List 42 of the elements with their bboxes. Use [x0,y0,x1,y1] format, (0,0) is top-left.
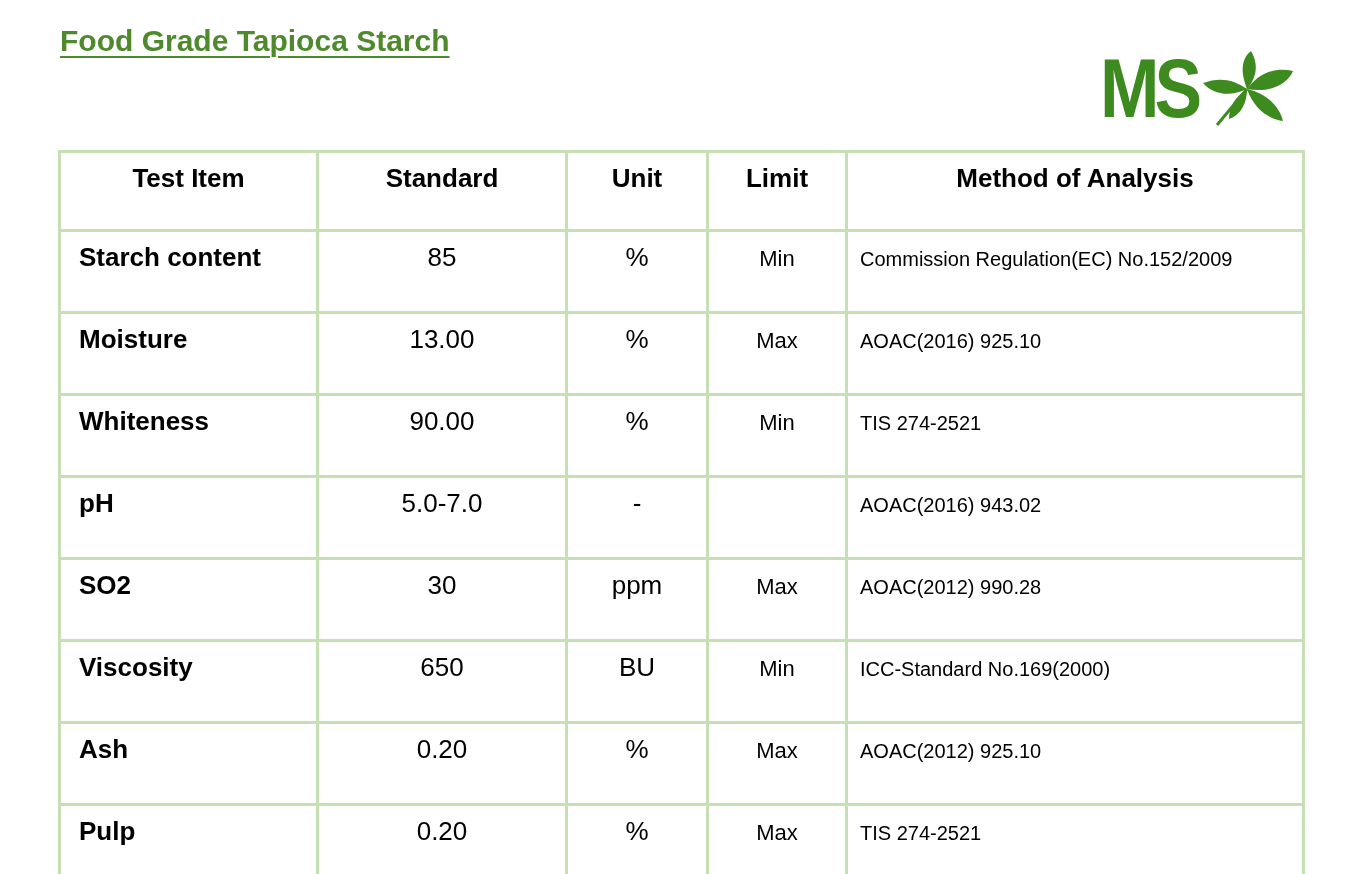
test-item-cell: Whiteness [59,394,318,477]
unit-cell: % [566,312,708,395]
method-cell: AOAC(2012) 925.10 [846,722,1304,805]
unit-cell: - [566,476,708,559]
method-cell: AOAC(2016) 943.02 [846,476,1304,559]
method-cell: AOAC(2016) 925.10 [846,312,1304,395]
method-cell: AOAC(2012) 990.28 [846,558,1304,641]
unit-cell: BU [566,640,708,723]
limit-cell: Max [707,558,847,641]
standard-cell: 13.00 [317,312,567,395]
standard-cell: 650 [317,640,567,723]
test-item-cell: Ash [59,722,318,805]
standard-cell: 90.00 [317,394,567,477]
limit-cell: Min [707,394,847,477]
column-header: Unit [566,151,708,231]
test-item-cell: SO2 [59,558,318,641]
method-cell: ICC-Standard No.169(2000) [846,640,1304,723]
column-header: Standard [317,151,567,231]
limit-cell: Max [707,312,847,395]
unit-cell: ppm [566,558,708,641]
logo-text: MS [1100,48,1197,128]
method-cell: Commission Regulation(EC) No.152/2009 [846,230,1304,313]
column-header: Test Item [59,151,318,231]
standard-cell: 30 [317,558,567,641]
page-title: Food Grade Tapioca Starch [60,24,450,58]
unit-cell: % [566,722,708,805]
method-cell: TIS 274-2521 [846,394,1304,477]
limit-cell: Max [707,722,847,805]
column-header: Method of Analysis [846,151,1304,231]
column-header: Limit [707,151,847,231]
test-item-cell: pH [59,476,318,559]
standard-cell: 5.0-7.0 [317,476,567,559]
test-item-cell: Pulp [59,804,318,874]
test-item-cell: Viscosity [59,640,318,723]
test-item-cell: Starch content [59,230,318,313]
standard-cell: 85 [317,230,567,313]
limit-cell: Min [707,230,847,313]
standard-cell: 0.20 [317,722,567,805]
test-item-cell: Moisture [59,312,318,395]
unit-cell: % [566,394,708,477]
limit-cell: Min [707,640,847,723]
unit-cell: % [566,230,708,313]
